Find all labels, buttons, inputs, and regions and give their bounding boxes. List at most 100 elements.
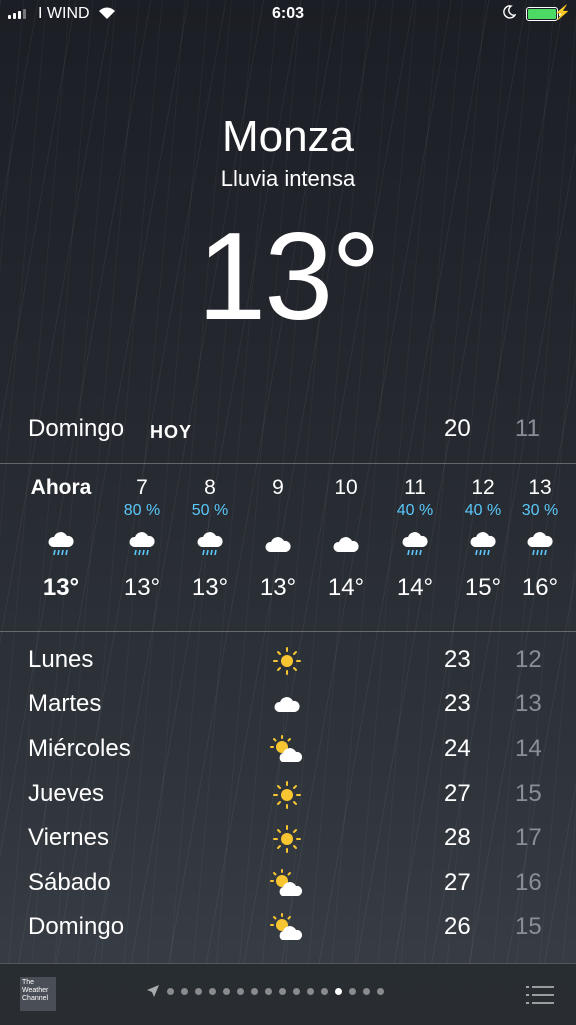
- daily-row: Sábado 27 16: [0, 863, 576, 907]
- page-dot[interactable]: [209, 987, 216, 995]
- page-dot[interactable]: [321, 987, 328, 995]
- partly-cloudy-icon: [266, 733, 308, 767]
- page-dot[interactable]: [181, 987, 188, 995]
- daily-row: Domingo 26 15: [0, 907, 576, 951]
- precip-chance: [310, 502, 382, 524]
- sun-icon: [266, 822, 308, 856]
- day-high: 28: [444, 824, 471, 851]
- precip-chance: 40 %: [396, 502, 434, 519]
- day-name: Miércoles: [28, 735, 131, 762]
- page-indicator[interactable]: [146, 984, 384, 998]
- day-name: Domingo: [28, 913, 125, 940]
- day-name: Lunes: [28, 646, 94, 673]
- page-dot[interactable]: [167, 987, 174, 995]
- hour-label: 11: [404, 476, 426, 499]
- divider: [0, 463, 576, 464]
- status-bar: I WIND 6:03 ⚡: [0, 0, 576, 30]
- hourly-item: 10 14°: [310, 476, 382, 602]
- do-not-disturb-moon-icon: [503, 5, 516, 19]
- cloud-icon: [310, 524, 382, 566]
- bottom-toolbar: The Weather Channel: [0, 963, 576, 1025]
- day-low: 15: [515, 913, 542, 940]
- hour-label: 7: [136, 476, 148, 499]
- weather-condition: Lluvia intensa: [220, 166, 356, 191]
- charging-bolt-icon: ⚡: [553, 4, 571, 20]
- day-high: 27: [444, 869, 471, 896]
- day-high: 27: [444, 780, 471, 807]
- hour-temp: 16°: [521, 574, 559, 601]
- hourly-item: 7 80 % 13°: [106, 476, 178, 602]
- rain-cloud-icon: [174, 524, 246, 566]
- daily-row: Miércoles 24 14: [0, 729, 576, 773]
- today-high: 20: [444, 415, 471, 442]
- today-label: HOY: [150, 422, 193, 442]
- day-high: 26: [444, 913, 471, 940]
- page-dot[interactable]: [265, 987, 272, 995]
- page-dot[interactable]: [307, 987, 314, 995]
- hour-label: 9: [272, 476, 284, 499]
- day-low: 17: [515, 824, 542, 851]
- hour-temp: 13°: [123, 574, 161, 601]
- day-low: 12: [515, 646, 542, 673]
- rain-cloud-icon: [25, 524, 97, 566]
- partly-cloudy-icon: [266, 867, 308, 901]
- hour-label: 8: [204, 476, 216, 499]
- page-dot[interactable]: [349, 987, 356, 995]
- precip-chance: 50 %: [191, 502, 229, 519]
- weather-channel-logo-text: The Weather Channel: [22, 979, 49, 1002]
- day-name: Viernes: [28, 824, 109, 851]
- today-row: Domingo HOY 20 11: [0, 415, 576, 451]
- hour-temp: 13°: [259, 574, 297, 601]
- partly-cloudy-icon: [266, 911, 308, 945]
- day-low: 15: [515, 780, 542, 807]
- today-low: 11: [515, 415, 540, 442]
- sun-icon: [266, 644, 308, 678]
- hour-temp: 14°: [327, 574, 365, 601]
- hourly-item: 9 13°: [242, 476, 314, 602]
- precip-chance: 80 %: [123, 502, 161, 519]
- rain-cloud-icon: [106, 524, 178, 566]
- hour-label: Ahora: [30, 476, 92, 499]
- page-dot[interactable]: [377, 987, 384, 995]
- divider: [0, 631, 576, 632]
- day-low: 13: [515, 690, 542, 717]
- location-arrow-icon: [147, 985, 159, 997]
- day-name: Martes: [28, 690, 102, 717]
- day-low: 16: [515, 869, 542, 896]
- precip-chance: 30 %: [521, 502, 559, 519]
- rain-cloud-icon: [379, 524, 451, 566]
- sun-icon: [266, 778, 308, 812]
- page-dot[interactable]: [223, 987, 230, 995]
- hourly-forecast[interactable]: Ahora 13° 7 80 % 13° 8 50 % 13° 9 13° 10: [0, 476, 576, 621]
- hour-temp: 13°: [42, 574, 80, 601]
- hour-temp: 14°: [396, 574, 434, 601]
- today-day: Domingo: [28, 415, 125, 442]
- page-dot-active[interactable]: [335, 987, 342, 995]
- city-name: Monza: [221, 112, 355, 161]
- weather-channel-logo[interactable]: The Weather Channel: [20, 977, 56, 1011]
- cloud-icon: [266, 688, 308, 722]
- daily-row: Jueves 27 15: [0, 774, 576, 818]
- hourly-item: Ahora 13°: [25, 476, 97, 602]
- status-time: 6:03: [271, 5, 305, 22]
- page-dot[interactable]: [237, 987, 244, 995]
- day-high: 23: [444, 690, 471, 717]
- rain-cloud-icon: [504, 524, 576, 566]
- daily-row: Lunes 23 12: [0, 640, 576, 684]
- hour-temp: 13°: [191, 574, 229, 601]
- page-dot[interactable]: [293, 987, 300, 995]
- list-menu-icon[interactable]: [524, 984, 556, 1006]
- daily-row: Martes 23 13: [0, 684, 576, 728]
- current-temperature: 13°: [197, 208, 381, 346]
- cloud-icon: [242, 524, 314, 566]
- day-low: 14: [515, 735, 542, 762]
- hour-label: 10: [334, 476, 358, 499]
- page-dot[interactable]: [363, 987, 370, 995]
- precip-chance: [242, 502, 314, 524]
- page-dot[interactable]: [195, 987, 202, 995]
- page-dot[interactable]: [251, 987, 258, 995]
- day-high: 24: [444, 735, 471, 762]
- hourly-item: 11 40 % 14°: [379, 476, 451, 602]
- hourly-item: 8 50 % 13°: [174, 476, 246, 602]
- page-dot[interactable]: [279, 987, 286, 995]
